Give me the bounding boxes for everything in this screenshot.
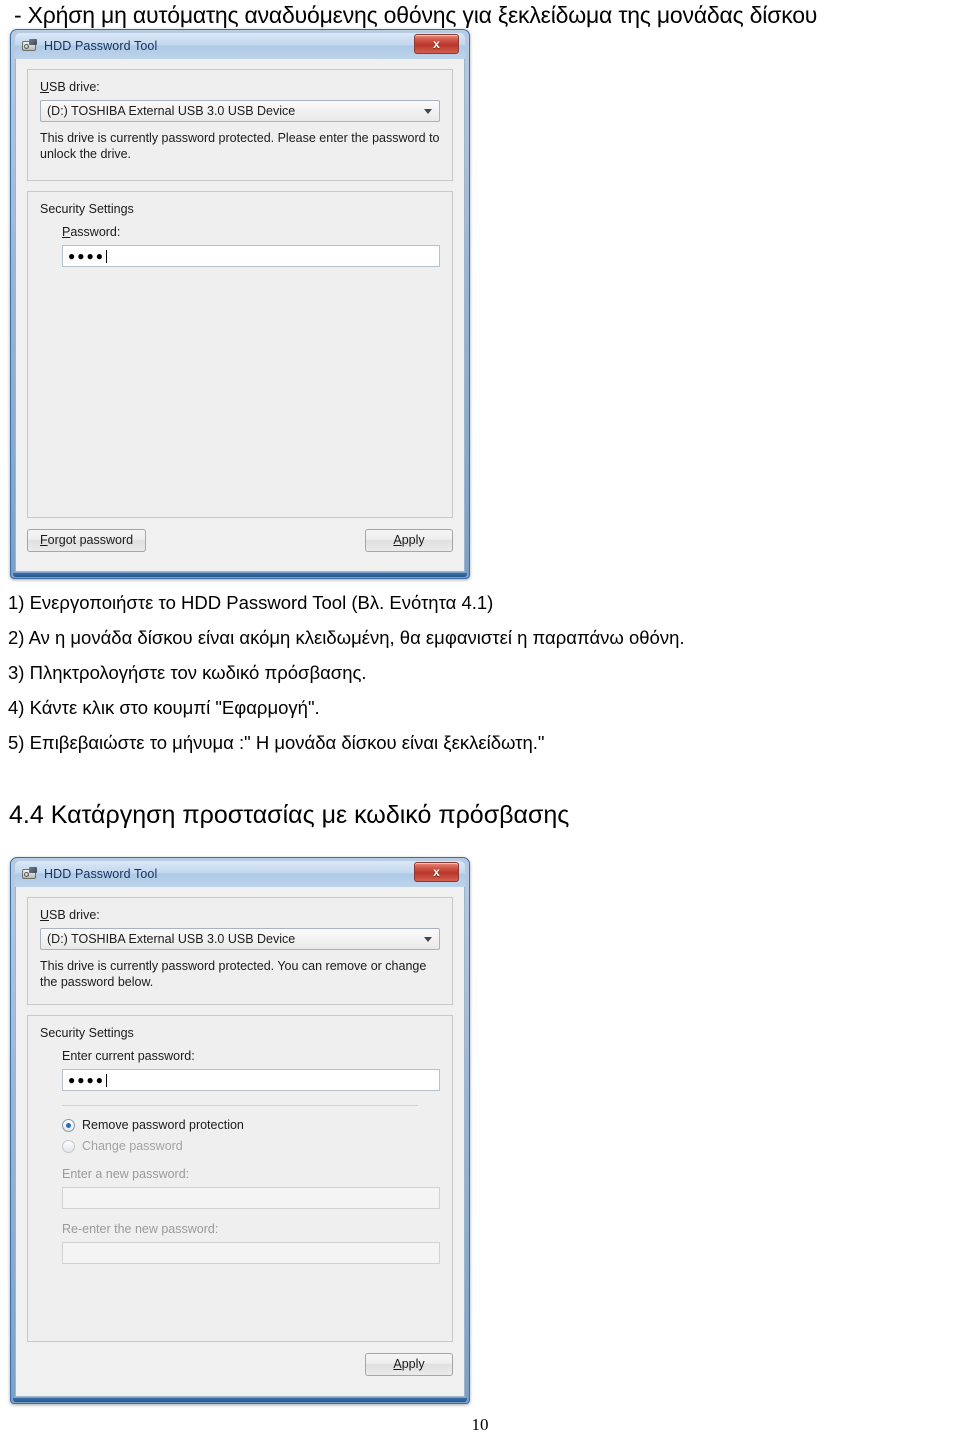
- current-password-input[interactable]: ●●●●: [62, 1069, 440, 1091]
- usb-drive-group: USB drive: USB drive: (D:) TOSHIBA Exter…: [27, 897, 453, 1005]
- security-settings-group: Security Settings Enter current password…: [27, 1015, 453, 1342]
- drive-status-hint: This drive is currently password protect…: [40, 131, 440, 161]
- window-body-unlock: UUSB drive:SB drive: (D:) TOSHIBA Extern…: [15, 59, 465, 572]
- security-settings-group: Security Settings Password: ●●●●: [27, 191, 453, 518]
- new-password-input[interactable]: [62, 1187, 440, 1209]
- close-icon[interactable]: x: [414, 862, 459, 882]
- section-divider: [62, 1105, 418, 1106]
- page-heading: - Χρήση μη αυτόματης αναδυόμενης οθόνης …: [14, 2, 818, 28]
- usb-drive-select[interactable]: (D:) TOSHIBA External USB 3.0 USB Device: [40, 100, 440, 122]
- list-item: 3) Πληκτρολογήστε τον κωδικό πρόσβασης.: [8, 662, 367, 683]
- usb-drive-selected-value: (D:) TOSHIBA External USB 3.0 USB Device: [47, 104, 296, 118]
- titlebar-remove: HDD Password Tool x: [15, 861, 465, 887]
- current-password-label: Enter current password:: [62, 1049, 195, 1063]
- security-settings-label: Security Settings: [40, 1026, 134, 1040]
- chevron-down-icon: [424, 109, 432, 114]
- usb-drive-group: UUSB drive:SB drive: (D:) TOSHIBA Extern…: [27, 69, 453, 181]
- password-value: ●●●●: [68, 249, 105, 263]
- chevron-down-icon: [424, 937, 432, 942]
- usb-drive-label: UUSB drive:SB drive:: [40, 80, 100, 94]
- hdd-password-tool-unlock-window: HDD Password Tool x UUSB drive:SB drive:…: [10, 29, 470, 579]
- list-item: 4) Κάντε κλικ στο κουμπί "Εφαρμογή".: [8, 697, 320, 718]
- reenter-password-input[interactable]: [62, 1242, 440, 1264]
- close-icon[interactable]: x: [414, 34, 459, 54]
- radio-button-icon: [62, 1139, 75, 1153]
- password-label: Password:: [62, 225, 121, 239]
- apply-button[interactable]: ApplyApply: [365, 528, 453, 552]
- radio-button-icon: [62, 1118, 75, 1132]
- text-caret: [106, 249, 107, 263]
- radio-label: Remove password protection: [82, 1118, 244, 1132]
- radio-remove-password-protection[interactable]: Remove password protection: [62, 1118, 440, 1132]
- text-caret: [106, 1073, 107, 1087]
- current-password-value: ●●●●: [68, 1073, 105, 1087]
- list-item: 5) Επιβεβαιώστε το μήνυμα :" Η μονάδα δί…: [8, 732, 545, 753]
- usb-drive-label: USB drive: USB drive:: [40, 908, 100, 922]
- password-input[interactable]: ●●●●: [62, 245, 440, 267]
- titlebar-unlock: HDD Password Tool x: [15, 33, 465, 59]
- page-number: 10: [471, 1415, 489, 1434]
- reenter-password-label: Re-enter the new password:: [62, 1222, 219, 1236]
- instruction-steps: 1) Ενεργοποιήστε το HDD Password Tool (Β…: [8, 585, 952, 760]
- list-item: 1) Ενεργοποιήστε το HDD Password Tool (Β…: [8, 592, 494, 613]
- window-title: HDD Password Tool: [44, 867, 158, 881]
- close-label: x: [433, 37, 440, 51]
- radio-change-password[interactable]: Change password: [62, 1139, 440, 1153]
- hdd-drive-icon: [21, 38, 38, 54]
- close-label: x: [433, 865, 440, 879]
- drive-status-hint: This drive is currently password protect…: [40, 959, 427, 989]
- usb-drive-select[interactable]: (D:) TOSHIBA External USB 3.0 USB Device: [40, 928, 440, 950]
- hdd-password-tool-remove-window: HDD Password Tool x USB drive: USB drive…: [10, 857, 470, 1404]
- window-title: HDD Password Tool: [44, 39, 158, 53]
- window-body-remove: USB drive: USB drive: (D:) TOSHIBA Exter…: [15, 887, 465, 1397]
- section-title: 4.4 Κατάργηση προστασίας με κωδικό πρόσβ…: [9, 801, 570, 829]
- new-password-label: Enter a new password:: [62, 1167, 190, 1181]
- hdd-drive-icon: [21, 866, 38, 882]
- document-page: - Χρήση μη αυτόματης αναδυόμενης οθόνης …: [0, 0, 960, 1441]
- remove-button-row: ApplyApply: [27, 1352, 453, 1376]
- security-settings-label: Security Settings: [40, 202, 134, 216]
- list-item: 2) Αν η μονάδα δίσκου είναι ακόμη κλειδω…: [8, 627, 685, 648]
- unlock-button-row: Forgot passwordForgot password ApplyAppl…: [27, 528, 453, 552]
- radio-label: Change password: [82, 1139, 183, 1153]
- usb-drive-selected-value: (D:) TOSHIBA External USB 3.0 USB Device: [47, 932, 296, 946]
- forgot-password-button[interactable]: Forgot passwordForgot password: [27, 528, 147, 552]
- apply-button[interactable]: ApplyApply: [365, 1352, 453, 1376]
